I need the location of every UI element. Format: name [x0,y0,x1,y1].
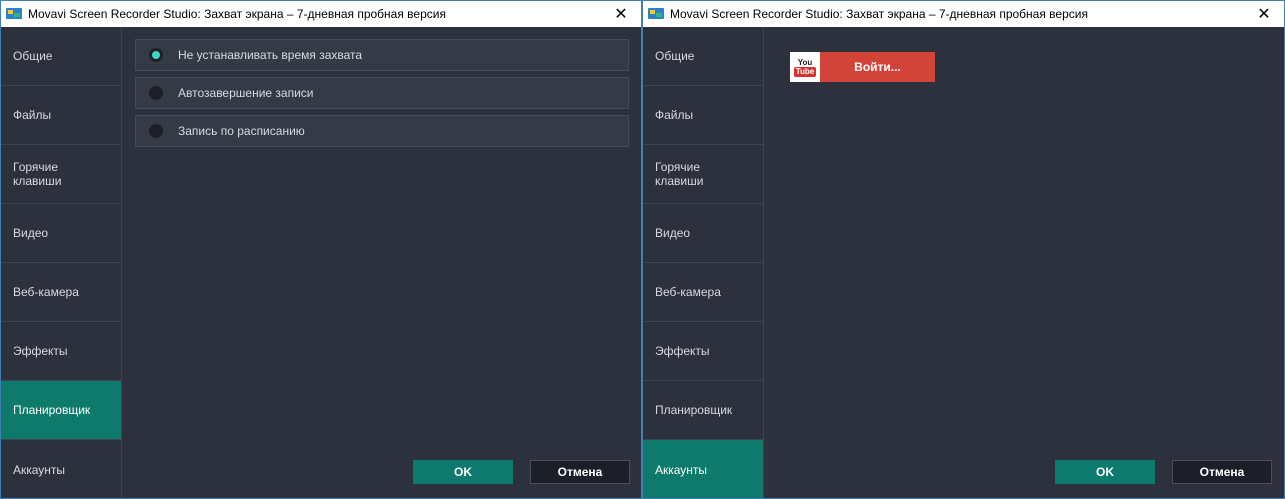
sidebar-item-video[interactable]: Видео [1,204,121,263]
accounts-panel: You Tube Войти... OK Отмена [765,27,1284,498]
sidebar-item-hotkeys[interactable]: Горячие клавиши [643,145,763,204]
sidebar-item-effects[interactable]: Эффекты [1,322,121,381]
option-label: Не устанавливать время захвата [178,48,363,62]
option-scheduled-recording[interactable]: Запись по расписанию [135,115,629,147]
movavi-app-icon [648,7,664,21]
sidebar-item-scheduler[interactable]: Планировщик [1,381,121,440]
sidebar-item-general[interactable]: Общие [1,27,121,86]
youtube-logo-icon: You Tube [790,52,820,82]
sidebar-item-webcam[interactable]: Веб-камера [643,263,763,322]
window-title: Movavi Screen Recorder Studio: Захват эк… [28,7,446,21]
sidebar-item-accounts[interactable]: Аккаунты [1,440,121,498]
ok-button[interactable]: OK [413,460,513,484]
window-title: Movavi Screen Recorder Studio: Захват эк… [670,7,1088,21]
sidebar-item-accounts[interactable]: Аккаунты [643,440,763,498]
title-bar: Movavi Screen Recorder Studio: Захват эк… [1,1,641,27]
sidebar-item-video[interactable]: Видео [643,204,763,263]
sidebar-item-webcam[interactable]: Веб-камера [1,263,121,322]
radio-button[interactable] [149,124,163,138]
settings-sidebar: Общие Файлы Горячие клавиши Видео Веб-ка… [1,27,122,498]
close-icon[interactable]: ✕ [601,1,641,27]
cancel-button[interactable]: Отмена [530,460,630,484]
option-label: Запись по расписанию [178,124,305,138]
sidebar-item-general[interactable]: Общие [643,27,763,86]
sidebar-item-scheduler[interactable]: Планировщик [643,381,763,440]
title-bar: Movavi Screen Recorder Studio: Захват эк… [643,1,1284,27]
scheduler-panel: Не устанавливать время захвата Автозавер… [123,27,641,498]
option-auto-stop[interactable]: Автозавершение записи [135,77,629,109]
ok-button[interactable]: OK [1055,460,1155,484]
settings-sidebar: Общие Файлы Горячие клавиши Видео Веб-ка… [643,27,764,498]
close-icon[interactable]: ✕ [1244,1,1284,27]
youtube-login-label: Войти... [820,52,935,82]
radio-button[interactable] [149,86,163,100]
option-no-capture-time[interactable]: Не устанавливать время захвата [135,39,629,71]
settings-window-accounts: Movavi Screen Recorder Studio: Захват эк… [642,0,1285,499]
cancel-button[interactable]: Отмена [1172,460,1272,484]
sidebar-item-effects[interactable]: Эффекты [643,322,763,381]
radio-button[interactable] [149,48,163,62]
youtube-login-button[interactable]: You Tube Войти... [790,52,935,82]
sidebar-item-files[interactable]: Файлы [643,86,763,145]
settings-window-scheduler: Movavi Screen Recorder Studio: Захват эк… [0,0,642,499]
option-label: Автозавершение записи [178,86,314,100]
sidebar-item-hotkeys[interactable]: Горячие клавиши [1,145,121,204]
movavi-app-icon [6,7,22,21]
sidebar-item-files[interactable]: Файлы [1,86,121,145]
